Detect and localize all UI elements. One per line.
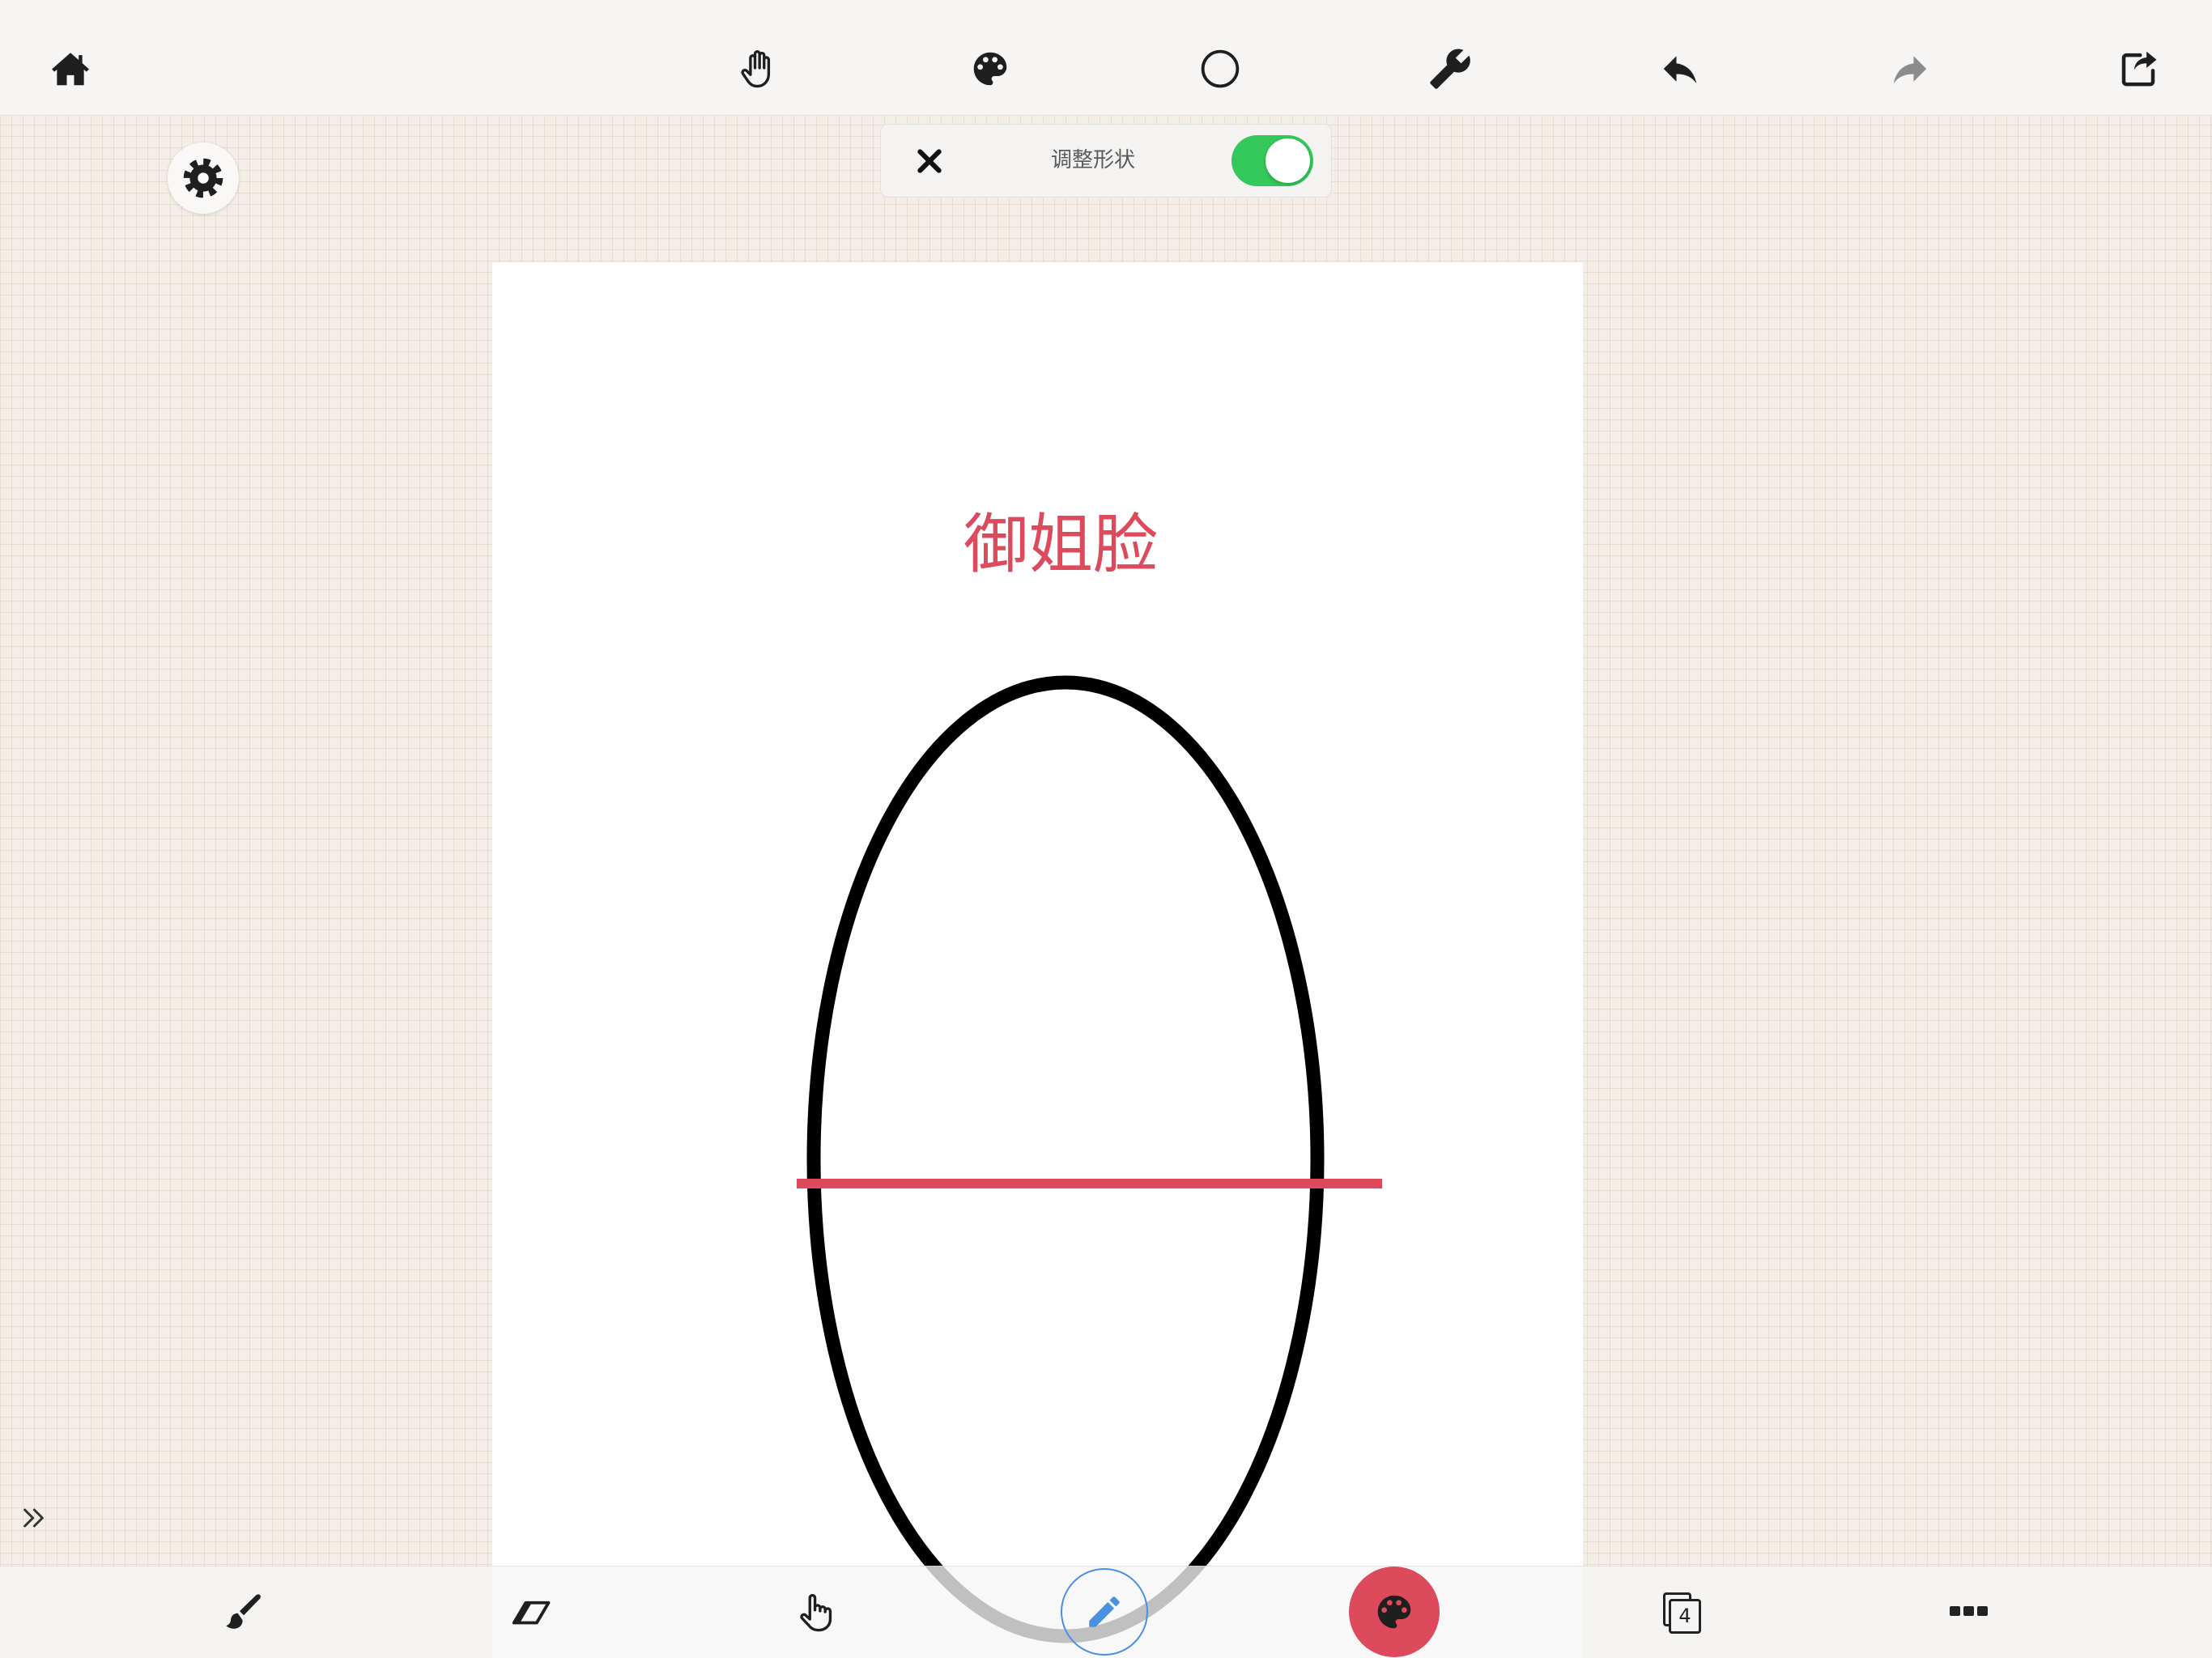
pan-tool-button[interactable] <box>722 32 795 105</box>
share-icon <box>2121 51 2157 87</box>
brush-handle <box>239 1594 261 1616</box>
pointer-hand-shape <box>800 1593 832 1632</box>
shape-adjust-toggle[interactable] <box>1231 135 1313 186</box>
palette-hole <box>992 57 998 63</box>
more-dot <box>1963 1606 1974 1616</box>
gear-hole <box>198 172 209 184</box>
color-palette-button[interactable] <box>954 32 1027 105</box>
pencil-icon-shape <box>1089 1596 1120 1627</box>
more-button[interactable] <box>1932 1575 2005 1648</box>
undo-button[interactable] <box>1644 32 1716 105</box>
pencil-icon <box>1089 1596 1120 1627</box>
double-chevron-shape <box>23 1508 44 1528</box>
drawing-app: 御姐脸 调整形状 4 <box>0 0 2212 1658</box>
expand-sidebar-button[interactable] <box>15 1498 56 1538</box>
palette-icon <box>973 52 1007 86</box>
redo-icon-group <box>1893 56 1927 83</box>
palette-hole <box>983 57 989 63</box>
pencil-tool-button[interactable] <box>1061 1568 1148 1656</box>
eraser-tool-button[interactable] <box>494 1575 567 1648</box>
layers-button[interactable]: 4 <box>1645 1575 1718 1648</box>
canvas-text-label: 御姐脸 <box>963 507 1158 582</box>
palette-hole <box>1402 1607 1407 1613</box>
palette-hole <box>1381 1607 1387 1613</box>
shape-adjust-label: 调整形状 <box>1050 148 1135 172</box>
top-toolbar <box>0 0 2212 116</box>
share-button[interactable] <box>2102 32 2175 105</box>
gear-icon <box>183 158 223 198</box>
pointer-hand-icon <box>800 1593 832 1632</box>
current-color-button[interactable] <box>1349 1567 1440 1657</box>
wrench-icon-shape <box>1430 49 1470 89</box>
bottom-toolbar: 4 <box>0 1566 2212 1658</box>
brush-icon <box>226 1594 261 1629</box>
more-icon <box>1950 1606 1988 1616</box>
palette-hole <box>1396 1600 1402 1606</box>
home-icon-shape <box>52 53 89 86</box>
wrench-icon <box>1430 49 1470 89</box>
circle-shape-outline <box>1201 49 1240 88</box>
brush-tool-button[interactable] <box>206 1575 279 1648</box>
palette-hole <box>1387 1600 1393 1606</box>
palette-icon <box>1377 1595 1411 1629</box>
more-dot <box>1977 1606 1988 1616</box>
home-button[interactable] <box>34 32 107 105</box>
more-dot <box>1950 1606 1960 1616</box>
redo-button[interactable] <box>1874 32 1946 105</box>
hand-icon-shape <box>741 50 771 88</box>
double-chevron-right-icon <box>23 1508 44 1528</box>
undo-icon <box>1663 56 1697 83</box>
eraser-icon <box>512 1601 551 1625</box>
circle-shape-icon <box>1201 49 1240 88</box>
home-icon <box>52 53 89 86</box>
toggle-knob <box>1266 138 1310 183</box>
palette-hole <box>977 64 983 70</box>
redo-icon-shape <box>1893 56 1927 83</box>
settings-button[interactable] <box>168 142 239 214</box>
shape-adjust-panel: 调整形状 <box>880 124 1332 198</box>
wrench-icon-group <box>1430 49 1470 89</box>
layers-count: 4 <box>1669 1599 1701 1634</box>
undo-icon-shape <box>1663 56 1697 83</box>
palette-hole <box>998 64 1003 70</box>
tools-button[interactable] <box>1414 32 1487 105</box>
shape-tool-button[interactable] <box>1184 32 1257 105</box>
redo-icon <box>1893 56 1927 83</box>
drawing-canvas[interactable] <box>492 262 1583 1658</box>
select-tool-button[interactable] <box>779 1575 852 1648</box>
brush-bristles <box>226 1613 243 1629</box>
hand-icon <box>741 50 771 88</box>
close-icon <box>917 149 942 173</box>
close-button[interactable] <box>907 138 952 184</box>
close-icon-shape <box>917 149 942 173</box>
